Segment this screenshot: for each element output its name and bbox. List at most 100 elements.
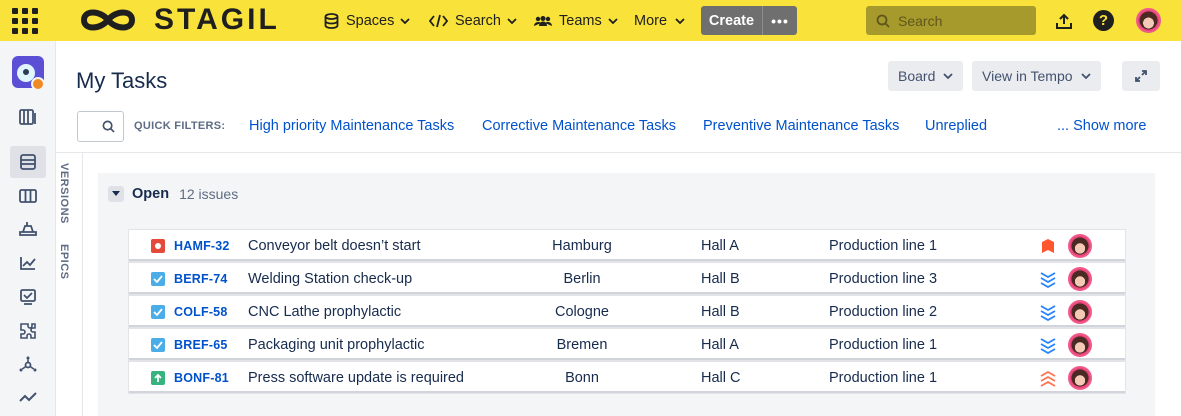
sidebar-list-icon[interactable] [10,146,46,178]
issue-hall: Hall B [701,303,740,320]
board-dropdown-button[interactable]: Board [888,61,964,91]
sidebar-releases-icon[interactable] [10,213,46,245]
issue-hall: Hall A [701,336,739,353]
group-header-open[interactable]: Open 12 issues [108,186,238,202]
issue-production-line: Production line 2 [829,303,938,320]
priority-lowest-icon [1037,263,1059,294]
nav-teams[interactable]: Teams [534,10,618,32]
assignee-avatar[interactable] [1068,267,1092,291]
issue-key[interactable]: COLF-58 [174,296,228,327]
chevron-down-icon [1080,73,1091,79]
nav-spaces-label: Spaces [346,13,395,29]
issue-production-line: Production line 3 [829,270,938,287]
nav-search-label: Search [455,13,501,29]
nav-search[interactable]: Search [429,10,517,32]
people-icon [534,16,552,26]
priority-lowest-icon [1037,296,1059,327]
issue-hall: Hall B [701,270,740,287]
sidebar-board-icon[interactable] [10,180,46,212]
priority-highest-icon [1037,230,1059,261]
issue-list: HAMF-32 Conveyor belt doesn’t start Hamb… [129,230,1125,395]
sidebar-activity-icon[interactable] [10,382,46,414]
issue-key[interactable]: BERF-74 [174,263,228,294]
group-name: Open [132,186,170,202]
sidebar-backlog-icon[interactable] [10,101,46,133]
task-type-icon [151,329,165,360]
project-badge-icon [31,77,45,91]
create-button[interactable]: Create [701,6,763,35]
bug-type-icon [151,230,165,261]
header-divider [56,152,1181,153]
nav-more-label: More [634,13,668,29]
search-icon [102,120,115,133]
issue-key[interactable]: BREF-65 [174,329,228,360]
filter-search-input[interactable] [77,111,124,142]
assignee-avatar[interactable] [1068,300,1092,324]
issue-city: Bonn [565,369,599,386]
sidebar-reports-icon[interactable] [10,247,46,279]
sidebar-network-icon[interactable] [10,349,46,381]
notifications-upload-icon[interactable] [1052,9,1076,33]
sidebar-components-icon[interactable] [10,315,46,347]
sidebar-issues-icon[interactable] [10,281,46,313]
nav-spaces[interactable]: Spaces [324,10,411,32]
assignee-avatar[interactable] [1068,366,1092,390]
quick-filter-preventive[interactable]: Preventive Maintenance Tasks [703,118,899,134]
issue-city: Berlin [563,270,601,287]
group-issue-count: 12 issues [179,186,239,202]
collapse-caret-icon[interactable] [108,186,124,202]
issue-city: Hamburg [552,237,612,254]
issue-summary: Conveyor belt doesn’t start [248,237,421,254]
quick-filter-unreplied[interactable]: Unreplied [925,118,987,134]
global-search [866,6,1036,35]
issue-key[interactable]: BONF-81 [174,362,229,393]
quick-filters-label: QUICK FILTERS: [134,120,226,132]
issue-row[interactable]: BREF-65 Packaging unit prophylactic Brem… [129,329,1125,360]
page-title: My Tasks [76,68,168,93]
issue-city: Bremen [556,336,608,353]
issue-key[interactable]: HAMF-32 [174,230,230,261]
assignee-avatar[interactable] [1068,333,1092,357]
issue-summary: Press software update is required [248,369,464,386]
help-icon[interactable]: ? [1093,10,1114,31]
issue-production-line: Production line 1 [829,237,938,254]
chevron-down-icon [675,18,685,24]
issue-hall: Hall C [701,369,741,386]
fullscreen-button[interactable] [1122,61,1160,91]
issue-row[interactable]: BERF-74 Welding Station check-up Berlin … [129,263,1125,294]
search-icon [876,14,890,28]
app-switcher-icon[interactable] [12,8,38,34]
issue-row[interactable]: BONF-81 Press software update is require… [129,362,1125,393]
improvement-type-icon [151,362,165,393]
priority-high-icon [1037,362,1059,393]
chevron-down-icon [507,18,517,24]
issue-row[interactable]: COLF-58 CNC Lathe prophylactic Cologne H… [129,296,1125,327]
issue-summary: Welding Station check-up [248,270,413,287]
view-in-tempo-button[interactable]: View in Tempo [972,61,1101,91]
view-in-tempo-label: View in Tempo [982,68,1073,84]
infinity-logo-icon [80,9,136,31]
tab-versions[interactable]: VERSIONS [58,163,70,224]
assignee-avatar[interactable] [1068,234,1092,258]
create-more-button[interactable]: ••• [763,6,797,35]
issue-summary: Packaging unit prophylactic [248,336,425,353]
show-more-filters-link[interactable]: ... Show more [1057,118,1146,134]
issue-hall: Hall A [701,237,739,254]
code-icon [429,14,448,28]
nav-teams-label: Teams [559,13,602,29]
task-type-icon [151,263,165,294]
quick-filter-corrective[interactable]: Corrective Maintenance Tasks [482,118,676,134]
stagil-logo[interactable]: STAGIL [76,3,280,36]
search-input[interactable] [898,12,1028,29]
tab-epics[interactable]: EPICS [58,244,70,280]
quick-filter-high-priority[interactable]: High priority Maintenance Tasks [249,118,454,134]
issue-city: Cologne [554,303,609,320]
user-avatar[interactable] [1136,8,1161,33]
create-button-group: Create ••• [701,6,797,35]
nav-more[interactable]: More [634,10,685,32]
project-sidebar [0,41,56,416]
side-tabs-divider [82,153,83,416]
priority-lowest-icon [1037,329,1059,360]
issue-production-line: Production line 1 [829,369,938,386]
issue-row[interactable]: HAMF-32 Conveyor belt doesn’t start Hamb… [129,230,1125,261]
